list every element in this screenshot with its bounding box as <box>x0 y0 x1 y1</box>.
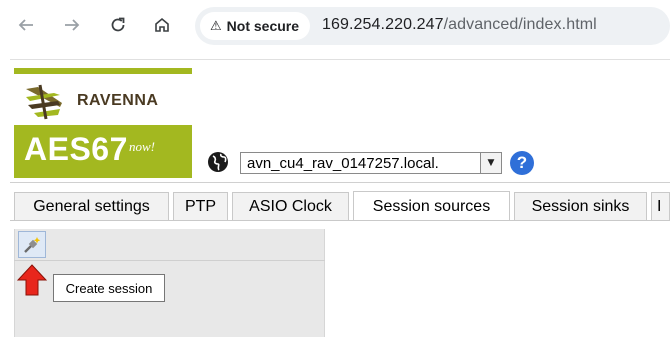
create-session-tooltip: Create session <box>53 274 165 302</box>
globe-icon <box>208 152 228 172</box>
panel-toolbar-divider <box>14 260 325 261</box>
url-text[interactable]: 169.254.220.247/advanced/index.html <box>322 16 597 34</box>
page-divider <box>10 59 670 60</box>
tab-session-sinks[interactable]: Session sinks <box>514 192 647 220</box>
tab-asio-clock[interactable]: ASIO Clock <box>232 192 349 220</box>
create-session-button[interactable] <box>18 231 46 258</box>
tab-overflow[interactable]: I <box>651 192 670 220</box>
device-select[interactable]: avn_cu4_rav_0147257.local. ▼ <box>240 152 502 174</box>
ravenna-logo-icon <box>26 84 62 120</box>
logo-brand: RAVENNA <box>77 92 159 109</box>
security-chip[interactable]: ⚠ Not secure <box>200 12 310 40</box>
logo-tagline: now! <box>129 139 155 154</box>
home-icon[interactable] <box>150 13 174 37</box>
forward-icon[interactable] <box>60 13 84 37</box>
device-select-value: avn_cu4_rav_0147257.local. <box>247 155 439 172</box>
header-divider <box>10 182 670 183</box>
tab-session-sources[interactable]: Session sources <box>353 191 510 221</box>
tab-general-settings[interactable]: General settings <box>14 192 169 220</box>
red-arrow-icon <box>17 264 47 296</box>
plug-sparkle-icon <box>24 236 41 253</box>
tab-ptp[interactable]: PTP <box>173 192 228 220</box>
url-host: 169.254.220.247 <box>322 16 444 33</box>
security-label: Not secure <box>226 18 300 34</box>
reload-icon[interactable] <box>106 13 130 37</box>
warning-icon: ⚠ <box>210 18 222 34</box>
help-icon[interactable]: ? <box>510 151 534 175</box>
tabs-divider <box>10 220 670 221</box>
back-icon[interactable] <box>14 13 38 37</box>
logo-product: AES67 <box>24 131 128 167</box>
chevron-down-icon[interactable]: ▼ <box>480 153 501 173</box>
url-path: /advanced/index.html <box>443 16 597 33</box>
